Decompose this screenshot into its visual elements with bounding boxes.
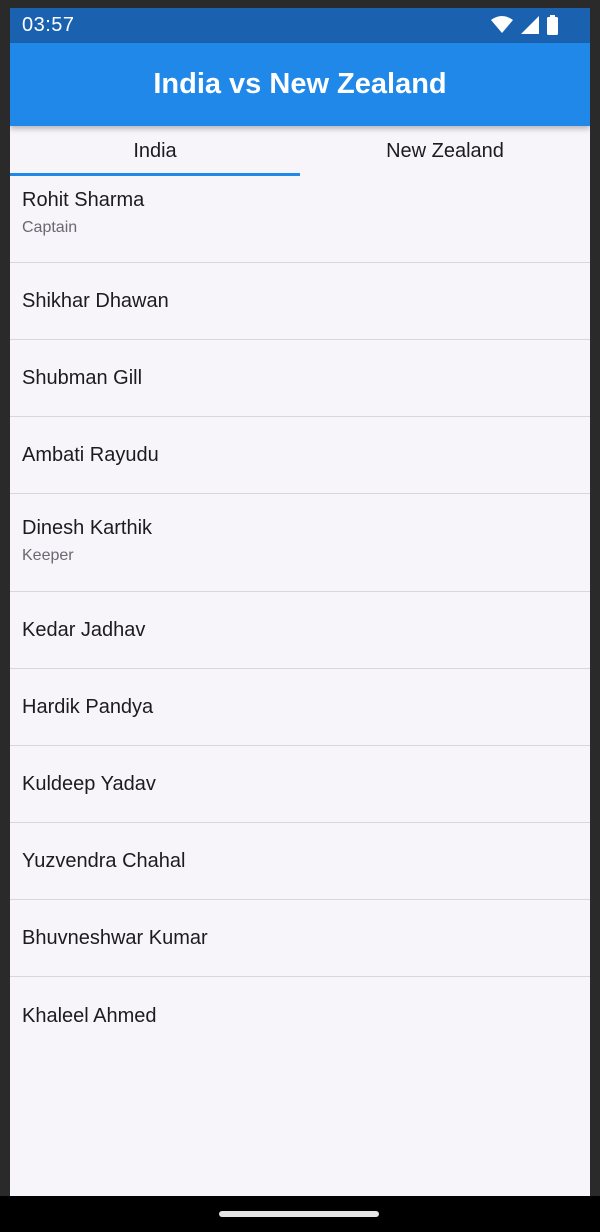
- signal-icon: [521, 16, 539, 39]
- home-gesture-handle[interactable]: [219, 1211, 379, 1217]
- player-name: Kedar Jadhav: [22, 619, 146, 641]
- list-item[interactable]: Shubman Gill: [10, 340, 590, 417]
- player-name: Rohit Sharma: [22, 189, 145, 211]
- list-item[interactable]: Kuldeep Yadav: [10, 746, 590, 823]
- list-item[interactable]: Khaleel Ahmed: [10, 977, 590, 1054]
- player-name: Ambati Rayudu: [22, 444, 159, 466]
- battery-icon: [547, 15, 558, 40]
- tab-label: New Zealand: [386, 139, 504, 162]
- player-name: Bhuvneshwar Kumar: [22, 927, 208, 949]
- system-navigation-bar: [0, 1196, 600, 1232]
- tab-new-zealand[interactable]: New Zealand: [300, 126, 590, 176]
- status-time: 03:57: [22, 14, 75, 36]
- list-item[interactable]: Dinesh Karthik Keeper: [10, 494, 590, 592]
- tab-india[interactable]: India: [10, 126, 300, 176]
- tab-label: India: [133, 139, 177, 162]
- status-icons: [491, 15, 558, 40]
- player-list: Rohit Sharma Captain Shikhar Dhawan Shub…: [10, 176, 590, 1054]
- app-screen: 03:57 India vs New Zealand India New Zea…: [10, 8, 590, 1196]
- player-name: Hardik Pandya: [22, 696, 154, 718]
- team-tab-bar: India New Zealand: [10, 126, 590, 176]
- list-item[interactable]: Shikhar Dhawan: [10, 263, 590, 340]
- player-role: Captain: [22, 219, 78, 236]
- list-item[interactable]: Hardik Pandya: [10, 669, 590, 746]
- app-bar: India vs New Zealand: [10, 43, 590, 126]
- phone-frame: 03:57 India vs New Zealand India New Zea…: [0, 0, 600, 1232]
- list-item[interactable]: Yuzvendra Chahal: [10, 823, 590, 900]
- page-title: India vs New Zealand: [153, 68, 447, 100]
- list-item[interactable]: Ambati Rayudu: [10, 417, 590, 494]
- status-bar: 03:57: [10, 8, 590, 43]
- wifi-icon: [491, 16, 513, 39]
- player-name: Shikhar Dhawan: [22, 290, 169, 312]
- player-name: Kuldeep Yadav: [22, 773, 156, 795]
- player-name: Yuzvendra Chahal: [22, 850, 186, 872]
- player-role: Keeper: [22, 547, 74, 564]
- list-item[interactable]: Kedar Jadhav: [10, 592, 590, 669]
- player-name: Shubman Gill: [22, 367, 143, 389]
- list-item[interactable]: Bhuvneshwar Kumar: [10, 900, 590, 977]
- player-name: Dinesh Karthik: [22, 517, 153, 539]
- player-name: Khaleel Ahmed: [22, 1004, 157, 1027]
- list-item[interactable]: Rohit Sharma Captain: [10, 176, 590, 263]
